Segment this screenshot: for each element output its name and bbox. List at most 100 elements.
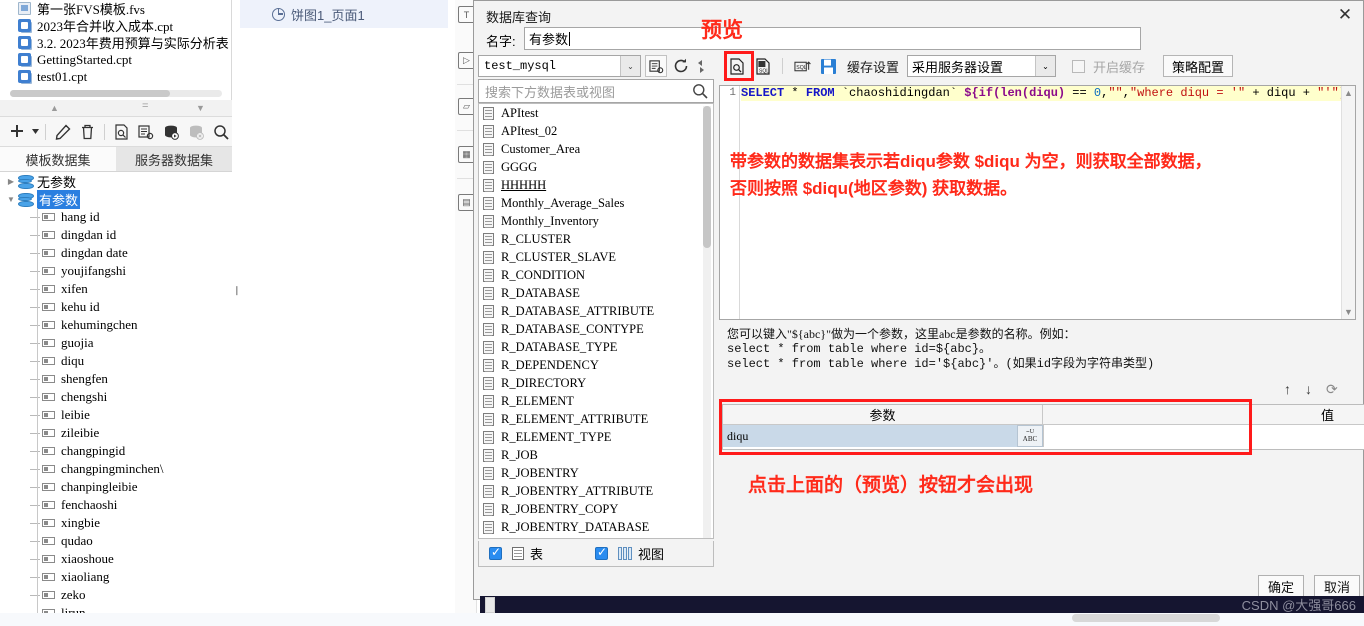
tree-column-item[interactable]: changpingminchen\ (0, 460, 232, 478)
tree-column-item[interactable]: zileibie (0, 424, 232, 442)
list-item[interactable]: R_CLUSTER (479, 230, 713, 248)
scroll-down-icon[interactable]: ▼ (1344, 307, 1353, 317)
name-input[interactable]: 有参数 (524, 27, 1141, 50)
list-item[interactable]: R_JOBENTRY_DATABASE (479, 518, 713, 536)
list-item[interactable]: GGGG (479, 158, 713, 176)
tree-column-item[interactable]: xingbie (0, 514, 232, 532)
list-item[interactable]: 第一张FVS模板.fvs (0, 0, 231, 17)
chevron-down-icon[interactable] (31, 120, 41, 144)
list-item[interactable]: R_CLUSTER_SLAVE (479, 248, 713, 266)
refresh-connection-button[interactable] (670, 55, 692, 77)
strategy-config-button[interactable]: 策略配置 (1163, 55, 1234, 77)
param-action-buttons[interactable]: ↑ ↓ ⟳ (1284, 381, 1338, 398)
list-item[interactable]: R_DIRECTORY (479, 374, 713, 392)
connection-select[interactable]: test_mysql ⌄ (478, 55, 641, 77)
tree-column-item[interactable]: guojia (0, 334, 232, 352)
list-item[interactable]: Customer_Area (479, 140, 713, 158)
tree-column-item[interactable]: dingdan id (0, 226, 232, 244)
tree-column-item[interactable]: shengfen (0, 370, 232, 388)
list-item[interactable]: R_DEPENDENCY (479, 356, 713, 374)
delete-dataset-button[interactable] (76, 120, 99, 144)
sql-format-button[interactable]: SQL (791, 56, 813, 77)
panel-splitter[interactable]: ▲ = ▼ (0, 100, 232, 117)
bottom-scrollbar[interactable] (1072, 614, 1220, 622)
edit-dataset-button[interactable] (51, 120, 74, 144)
list-item[interactable]: GettingStarted.cpt (0, 51, 231, 68)
close-icon[interactable]: ✕ (1335, 5, 1355, 25)
preview-dataset-button[interactable] (110, 120, 133, 144)
add-dataset-button[interactable] (6, 120, 29, 144)
page-tab-panel[interactable]: 饼图1_页面1 (240, 0, 448, 626)
dataset-tabs[interactable]: 模板数据集 服务器数据集 (0, 147, 232, 172)
list-item[interactable]: R_JOBENTRY_ATTRIBUTE (479, 482, 713, 500)
tree-column-item[interactable]: diqu (0, 352, 232, 370)
cache-settings-select[interactable]: 采用服务器设置 ⌄ (907, 55, 1057, 77)
chevron-right-icon[interactable]: ▶ (4, 177, 18, 186)
tree-column-item[interactable]: dingdan date (0, 244, 232, 262)
search-dataset-button[interactable] (209, 120, 232, 144)
collapse-up-icon[interactable]: ▲ (50, 104, 59, 113)
list-item[interactable]: APItest_02 (479, 122, 713, 140)
view-filter-checkbox[interactable] (595, 545, 609, 560)
tree-column-item[interactable]: leibie (0, 406, 232, 424)
tree-column-item[interactable]: xifen (0, 280, 232, 298)
tree-column-item[interactable]: kehumingchen (0, 316, 232, 334)
chevron-down-icon[interactable]: ▼ (4, 195, 18, 204)
table-filter-checkbox[interactable] (489, 545, 502, 560)
table-list[interactable]: APItest APItest_02 Customer_Area GGGG HHHHH M… (478, 103, 714, 539)
search-icon[interactable] (687, 83, 713, 99)
file-list-panel[interactable]: 第一张FVS模板.fvs 2023年合并收入成本.cpt 3.2. 2023年费… (0, 0, 232, 100)
table-list-scrollbar[interactable] (703, 106, 711, 538)
splitter-grip[interactable]: = (142, 101, 148, 112)
list-item[interactable]: R_ELEMENT_ATTRIBUTE (479, 410, 713, 428)
tree-column-item[interactable]: fenchaoshi (0, 496, 232, 514)
list-item[interactable]: R_DATABASE_CONTYPE (479, 320, 713, 338)
list-item[interactable]: R_JOBENTRY_COPY (479, 500, 713, 518)
table-list-filters[interactable]: 表 视图 (478, 541, 714, 567)
list-item[interactable]: R_DATABASE_ATTRIBUTE (479, 302, 713, 320)
edit-query-button[interactable] (135, 120, 158, 144)
enable-cache-checkbox[interactable] (1072, 59, 1086, 73)
sql-vertical-scrollbar[interactable]: ▲ ▼ (1341, 86, 1355, 319)
list-item[interactable]: 2023年合并收入成本.cpt (0, 17, 231, 34)
ok-button[interactable]: 确定 (1258, 575, 1304, 597)
chevron-down-icon[interactable]: ⌄ (1035, 56, 1056, 76)
list-item[interactable]: R_JOB (479, 446, 713, 464)
refresh-params-icon[interactable]: ⟳ (1326, 381, 1338, 398)
tree-column-item[interactable]: youjifangshi (0, 262, 232, 280)
list-item[interactable]: APItest (479, 104, 713, 122)
page-tab-item[interactable]: 饼图1_页面1 (240, 0, 448, 28)
database-run-icon[interactable] (160, 120, 183, 144)
scroll-up-icon[interactable]: ▲ (1344, 88, 1353, 98)
list-item[interactable]: R_JOBENTRY (479, 464, 713, 482)
dataset-toolbar[interactable] (0, 117, 232, 147)
tree-column-item[interactable]: kehu id (0, 298, 232, 316)
sql-text[interactable]: SELECT * FROM `chaoshidingdan` ${if(len(… (741, 86, 1353, 101)
tree-column-item[interactable]: zeko (0, 586, 232, 604)
tree-node-with-param[interactable]: ▼ 有参数 (0, 189, 232, 209)
tree-column-item[interactable]: xiaoshoue (0, 550, 232, 568)
database-remove-icon[interactable] (184, 120, 207, 144)
bottom-grip[interactable] (485, 597, 495, 613)
move-down-icon[interactable]: ↓ (1305, 381, 1312, 398)
tab-server-dataset[interactable]: 服务器数据集 (116, 147, 232, 172)
search-input[interactable]: 搜索下方数据表或视图 (478, 79, 714, 103)
tree-column-item[interactable]: chengshi (0, 388, 232, 406)
sql-editor[interactable]: 1 SELECT * FROM `chaoshidingdan` ${if(le… (719, 85, 1356, 320)
list-item[interactable]: R_ELEMENT (479, 392, 713, 410)
list-item[interactable]: HHHHH (479, 176, 713, 194)
save-button[interactable] (817, 56, 839, 77)
tree-column-item[interactable]: chanpingleibie (0, 478, 232, 496)
tree-column-item[interactable]: hang id (0, 208, 232, 226)
dataset-tree[interactable]: ▶ 无参数 ▼ 有参数 hang id dingdan id dingdan dat… (0, 172, 232, 626)
list-item[interactable]: R_DATABASE (479, 284, 713, 302)
tree-column-item[interactable]: changpingid (0, 442, 232, 460)
tab-template-dataset[interactable]: 模板数据集 (0, 147, 116, 172)
list-item[interactable]: Monthly_Inventory (479, 212, 713, 230)
list-item[interactable]: Monthly_Average_Sales (479, 194, 713, 212)
tree-node-no-param[interactable]: ▶ 无参数 (0, 172, 232, 190)
chevron-down-icon[interactable]: ⌄ (620, 56, 640, 76)
tree-column-item[interactable]: xiaoliang (0, 568, 232, 586)
tree-column-item[interactable]: qudao (0, 532, 232, 550)
list-item[interactable]: R_CONDITION (479, 266, 713, 284)
